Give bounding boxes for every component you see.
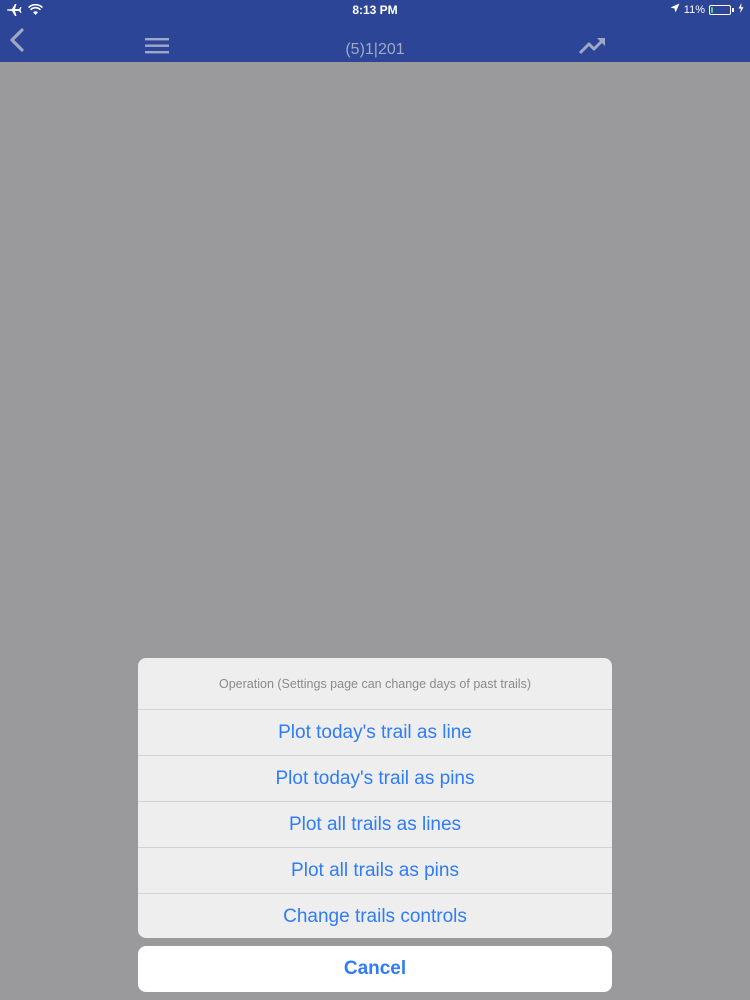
action-sheet-header: Operation (Settings page can change days… xyxy=(138,658,612,710)
nav-title: (5)1|201 xyxy=(345,41,405,58)
trending-up-icon[interactable] xyxy=(578,34,608,58)
navigation-bar: (5)1|201 xyxy=(0,20,750,62)
plot-all-trails-lines-button[interactable]: Plot all trails as lines xyxy=(138,802,612,848)
plot-todays-trail-line-button[interactable]: Plot today's trail as line xyxy=(138,710,612,756)
change-trails-controls-button[interactable]: Change trails controls xyxy=(138,894,612,938)
charging-bolt-icon xyxy=(738,3,744,16)
battery-percent: 11% xyxy=(683,3,705,16)
location-arrow-icon xyxy=(670,3,680,16)
battery-fill xyxy=(711,6,713,13)
battery-icon xyxy=(709,4,731,15)
battery-cap xyxy=(732,7,734,12)
plot-all-trails-pins-button[interactable]: Plot all trails as pins xyxy=(138,848,612,894)
status-time: 8:13 PM xyxy=(352,3,398,17)
status-bar: 8:13 PM 11% xyxy=(0,0,750,20)
cancel-button[interactable]: Cancel xyxy=(138,946,612,992)
status-right-group: 11% xyxy=(670,3,744,16)
action-sheet: Operation (Settings page can change days… xyxy=(138,658,612,938)
plot-todays-trail-pins-button[interactable]: Plot today's trail as pins xyxy=(138,756,612,802)
